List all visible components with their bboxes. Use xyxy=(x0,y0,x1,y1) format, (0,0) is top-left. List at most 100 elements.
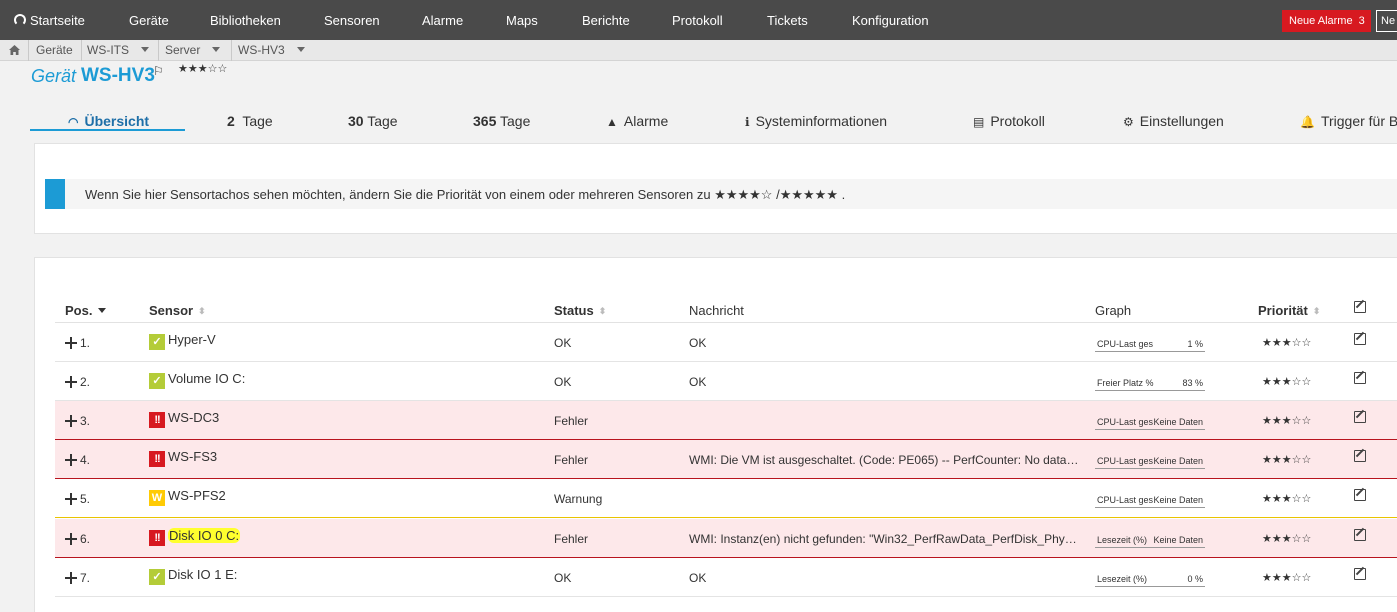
edit-icon[interactable] xyxy=(1354,568,1366,580)
five-star-rating: ★★★★★ xyxy=(779,187,838,202)
ok-status-icon: ✓ xyxy=(149,373,165,389)
tab-365-days[interactable]: 365 Tage xyxy=(473,113,530,129)
tab-log[interactable]: ▤ Protokoll xyxy=(973,113,1045,129)
mini-graph[interactable]: Lesezeit (%) Keine Daten xyxy=(1095,528,1205,548)
column-header-pos-label: Pos. xyxy=(65,303,93,318)
sensor-cell[interactable]: ✓ Disk IO 1 E: xyxy=(149,567,237,585)
column-header-pos[interactable]: Pos. xyxy=(65,303,107,318)
move-icon[interactable] xyxy=(65,493,77,505)
table-row[interactable]: 4. !! WS-FS3 Fehler WMI: Die VM ist ausge… xyxy=(55,440,1397,479)
column-header-sensor[interactable]: Sensor ⬍ xyxy=(149,303,206,318)
tab-system-information[interactable]: ℹ Systeminformationen xyxy=(745,113,887,129)
mini-graph[interactable]: Lesezeit (%) 0 % xyxy=(1095,567,1205,587)
sensor-cell[interactable]: ✓ Volume IO C: xyxy=(149,371,245,389)
table-row[interactable]: 1. ✓ Hyper-V OK OK CPU-Last ges 1 % ★★★☆☆ xyxy=(55,323,1397,362)
tab-alarms-label: Alarme xyxy=(623,113,669,129)
tab-30-days[interactable]: 30 Tage xyxy=(348,113,398,129)
device-priority-stars[interactable]: ★★★☆☆ xyxy=(178,62,227,75)
sort-icon: ⬍ xyxy=(598,306,607,316)
move-icon[interactable] xyxy=(65,454,77,466)
priority-stars[interactable]: ★★★☆☆ xyxy=(1262,375,1311,388)
sort-icon: ⬍ xyxy=(198,306,206,316)
mini-graph[interactable]: CPU-Last ges Keine Daten xyxy=(1095,410,1205,430)
home-icon[interactable] xyxy=(9,45,20,55)
edit-icon[interactable] xyxy=(1354,411,1366,423)
edit-icon[interactable] xyxy=(1354,489,1366,501)
nav-configuration[interactable]: Konfiguration xyxy=(852,13,929,28)
priority-stars[interactable]: ★★★☆☆ xyxy=(1262,414,1311,427)
priority-stars[interactable]: ★★★☆☆ xyxy=(1262,532,1311,545)
tab-2-days[interactable]: 2 Tage xyxy=(227,113,273,129)
edit-icon[interactable] xyxy=(1354,450,1366,462)
priority-stars[interactable]: ★★★☆☆ xyxy=(1262,453,1311,466)
position-value: 3. xyxy=(80,414,91,428)
column-header-message: Nachricht xyxy=(689,303,744,318)
priority-stars[interactable]: ★★★☆☆ xyxy=(1262,492,1311,505)
nav-log[interactable]: Protokoll xyxy=(672,13,723,28)
graph-channel: Freier Platz % xyxy=(1097,378,1154,388)
sensor-cell[interactable]: !! WS-FS3 xyxy=(149,449,217,467)
edit-icon[interactable] xyxy=(1354,372,1366,384)
mini-graph[interactable]: CPU-Last ges 1 % xyxy=(1095,332,1205,352)
priority-stars[interactable]: ★★★☆☆ xyxy=(1262,336,1311,349)
nav-home[interactable]: Startseite xyxy=(14,13,85,28)
new-alarms-button[interactable]: Neue Alarme 3 xyxy=(1282,10,1371,32)
table-row[interactable]: 7. ✓ Disk IO 1 E: OK OK Lesezeit (%) 0 % ★… xyxy=(55,558,1397,597)
table-row[interactable]: 3. !! WS-DC3 Fehler CPU-Last ges Keine Dat… xyxy=(55,401,1397,440)
tab-30-days-label: Tage xyxy=(367,113,398,129)
tab-notification-triggers[interactable]: 🔔 Trigger für B xyxy=(1300,113,1397,129)
tab-system-information-label: Systeminformationen xyxy=(755,113,888,129)
move-icon[interactable] xyxy=(65,533,77,545)
mini-graph[interactable]: CPU-Last ges Keine Daten xyxy=(1095,488,1205,508)
position-cell: 4. xyxy=(65,453,90,467)
table-row[interactable]: 2. ✓ Volume IO C: OK OK Freier Platz % 83 … xyxy=(55,362,1397,401)
nav-sensors[interactable]: Sensoren xyxy=(324,13,380,28)
breadcrumb-server[interactable]: Server xyxy=(165,43,221,57)
nav-maps[interactable]: Maps xyxy=(506,13,538,28)
move-icon[interactable] xyxy=(65,337,77,349)
status-cell: OK xyxy=(554,336,572,350)
position-value: 1. xyxy=(80,336,91,350)
graph-value: Keine Daten xyxy=(1153,535,1203,545)
nav-devices[interactable]: Geräte xyxy=(129,13,169,28)
priority-stars[interactable]: ★★★☆☆ xyxy=(1262,571,1311,584)
move-icon[interactable] xyxy=(65,376,77,388)
device-tabs: ◠ Übersicht 2 Tage 30 Tage 365 Tage ▲ Alar… xyxy=(0,91,1397,133)
edit-icon[interactable] xyxy=(1354,529,1366,541)
edit-columns-icon[interactable] xyxy=(1354,301,1366,313)
column-header-priority[interactable]: Priorität ⬍ xyxy=(1258,303,1320,318)
edit-icon[interactable] xyxy=(1354,333,1366,345)
breadcrumb-ws-its[interactable]: WS-ITS xyxy=(87,43,149,57)
dashboard-icon xyxy=(14,14,26,26)
sensor-cell[interactable]: ✓ Hyper-V xyxy=(149,332,216,350)
column-header-status[interactable]: Status ⬍ xyxy=(554,303,606,318)
mini-graph[interactable]: CPU-Last ges Keine Daten xyxy=(1095,449,1205,469)
sensor-cell[interactable]: W WS-PFS2 xyxy=(149,488,226,506)
nav-libraries[interactable]: Bibliotheken xyxy=(210,13,281,28)
graph-value: Keine Daten xyxy=(1153,417,1203,427)
breadcrumb-devices[interactable]: Geräte xyxy=(36,43,73,57)
new-button[interactable]: Ne xyxy=(1376,10,1397,32)
table-row[interactable]: 6. !! Disk IO 0 C: Fehler WMI: Instanz(en… xyxy=(55,519,1397,558)
status-cell: OK xyxy=(554,375,572,389)
nav-alarms[interactable]: Alarme xyxy=(422,13,463,28)
nav-tickets[interactable]: Tickets xyxy=(767,13,808,28)
graph-value: 83 % xyxy=(1182,378,1203,388)
mini-graph[interactable]: Freier Platz % 83 % xyxy=(1095,371,1205,391)
graph-channel: CPU-Last ges xyxy=(1097,417,1154,427)
tab-alarms[interactable]: ▲ Alarme xyxy=(606,113,668,129)
active-tab-indicator xyxy=(30,129,185,131)
nav-reports[interactable]: Berichte xyxy=(582,13,630,28)
sensor-cell[interactable]: !! WS-DC3 xyxy=(149,410,219,428)
flag-icon[interactable]: ⚐ xyxy=(153,64,164,78)
chevron-down-icon xyxy=(141,47,149,52)
move-icon[interactable] xyxy=(65,415,77,427)
position-value: 7. xyxy=(80,571,91,585)
move-icon[interactable] xyxy=(65,572,77,584)
chevron-down-icon xyxy=(296,47,305,52)
tab-overview[interactable]: ◠ Übersicht xyxy=(68,113,149,129)
sensor-cell[interactable]: !! Disk IO 0 C: xyxy=(149,528,241,546)
breadcrumb-ws-hv3[interactable]: WS-HV3 xyxy=(238,43,305,57)
tab-settings[interactable]: ⚙ Einstellungen xyxy=(1123,113,1224,129)
table-row[interactable]: 5. W WS-PFS2 Warnung CPU-Last ges Keine Da… xyxy=(55,479,1397,518)
